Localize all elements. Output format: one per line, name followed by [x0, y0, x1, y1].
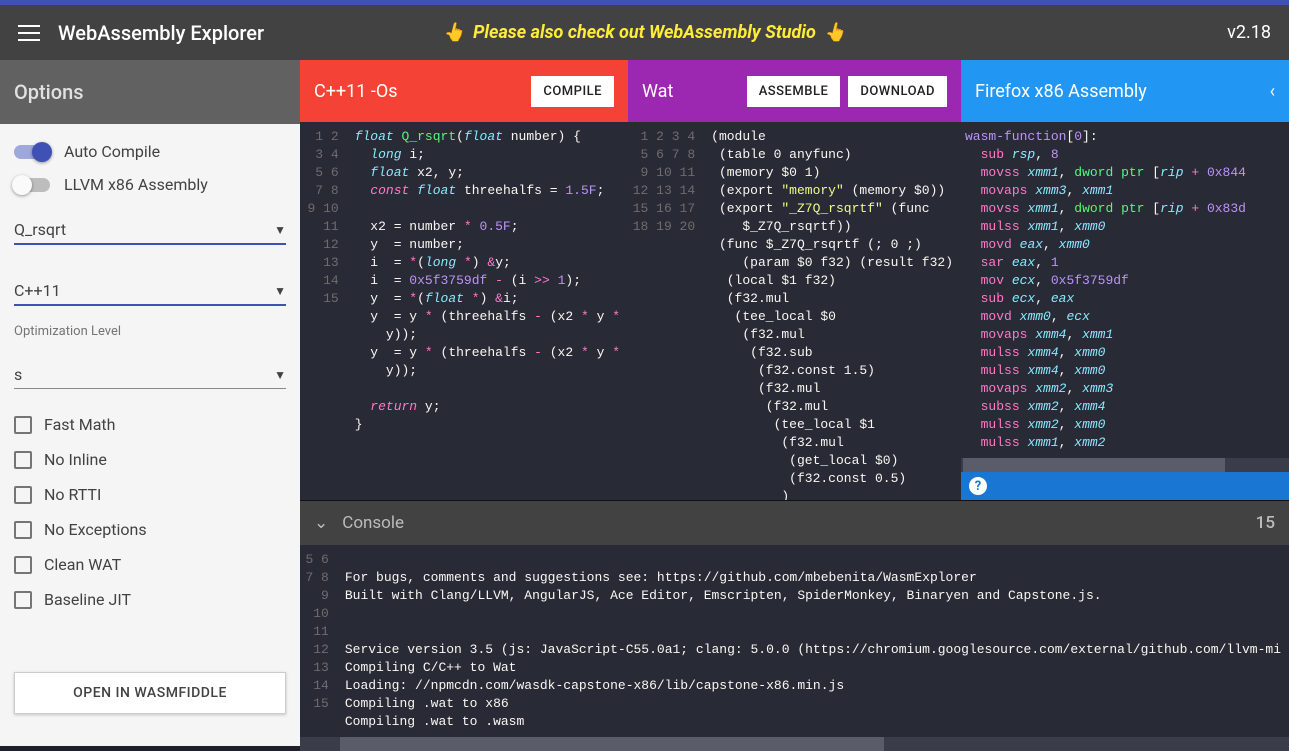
auto-compile-toggle[interactable]: Auto Compile [14, 142, 286, 161]
console-body[interactable]: 5 6 7 8 9 10 11 12 13 14 15 For bugs, co… [300, 545, 1289, 737]
console-header: ⌄ Console 15 [300, 501, 1289, 545]
llvm-x86-toggle[interactable]: LLVM x86 Assembly [14, 175, 286, 194]
opt-level-label: Optimization Level [14, 324, 286, 339]
checkbox-fast-math[interactable]: Fast Math [14, 415, 286, 434]
function-select[interactable]: Q_rsqrt ▼ [14, 214, 286, 245]
version-label: v2.18 [1227, 22, 1271, 43]
console-title: Console [342, 513, 404, 533]
help-icon[interactable]: ? [969, 477, 987, 495]
asm-pane: Firefox x86 Assembly ‹ wasm-function[0]:… [961, 60, 1289, 500]
console-count: 15 [1256, 513, 1275, 533]
options-title: Options [0, 60, 300, 124]
download-button[interactable]: DOWNLOAD [848, 76, 947, 107]
checkbox-no-exceptions[interactable]: No Exceptions [14, 520, 286, 539]
wat-editor[interactable]: 1 2 3 4 5 6 7 8 9 10 11 12 13 14 15 16 1… [628, 122, 961, 500]
assemble-button[interactable]: ASSEMBLE [747, 76, 841, 107]
checkbox-clean-wat[interactable]: Clean WAT [14, 555, 286, 574]
checkbox-baseline-jit[interactable]: Baseline JIT [14, 590, 286, 609]
promo-banner[interactable]: 👆 Please also check out WebAssembly Stud… [443, 22, 847, 43]
asm-scrollbar[interactable] [961, 458, 1289, 472]
checkbox-no-rtti[interactable]: No RTTI [14, 485, 286, 504]
point-icon: 👆 [443, 22, 465, 43]
help-bar: ? [961, 472, 1289, 500]
cpp-title: C++11 -Os [314, 81, 398, 102]
app-title: WebAssembly Explorer [58, 21, 264, 45]
dialect-select[interactable]: C++11 ▼ [14, 275, 286, 306]
options-sidebar: Options Auto Compile LLVM x86 Assembly Q… [0, 60, 300, 746]
open-wasmfiddle-button[interactable]: OPEN IN WASMFIDDLE [14, 672, 286, 714]
wat-pane: Wat ASSEMBLE DOWNLOAD 1 2 3 4 5 6 7 8 9 … [628, 60, 961, 500]
chevron-down-icon: ▼ [274, 368, 286, 382]
checkbox-no-inline[interactable]: No Inline [14, 450, 286, 469]
point-icon: 👆 [824, 22, 846, 43]
cpp-editor[interactable]: 1 2 3 4 5 6 7 8 9 10 11 12 13 14 15 floa… [300, 122, 628, 500]
collapse-icon[interactable]: ‹ [1270, 81, 1275, 102]
asm-editor[interactable]: wasm-function[0]: sub rsp, 8 movss xmm1,… [961, 122, 1289, 458]
cpp-pane: C++11 -Os COMPILE 1 2 3 4 5 6 7 8 9 10 1… [300, 60, 628, 500]
app-header: WebAssembly Explorer 👆 Please also check… [0, 5, 1289, 60]
menu-icon[interactable] [18, 25, 40, 41]
chevron-down-icon: ▼ [274, 223, 286, 237]
compile-button[interactable]: COMPILE [531, 76, 614, 107]
opt-level-select[interactable]: s ▼ [14, 359, 286, 389]
wat-title: Wat [642, 81, 673, 102]
chevron-down-icon[interactable]: ⌄ [314, 513, 328, 533]
asm-title: Firefox x86 Assembly [975, 81, 1147, 102]
console-scrollbar[interactable] [300, 737, 1289, 751]
chevron-down-icon: ▼ [274, 284, 286, 298]
